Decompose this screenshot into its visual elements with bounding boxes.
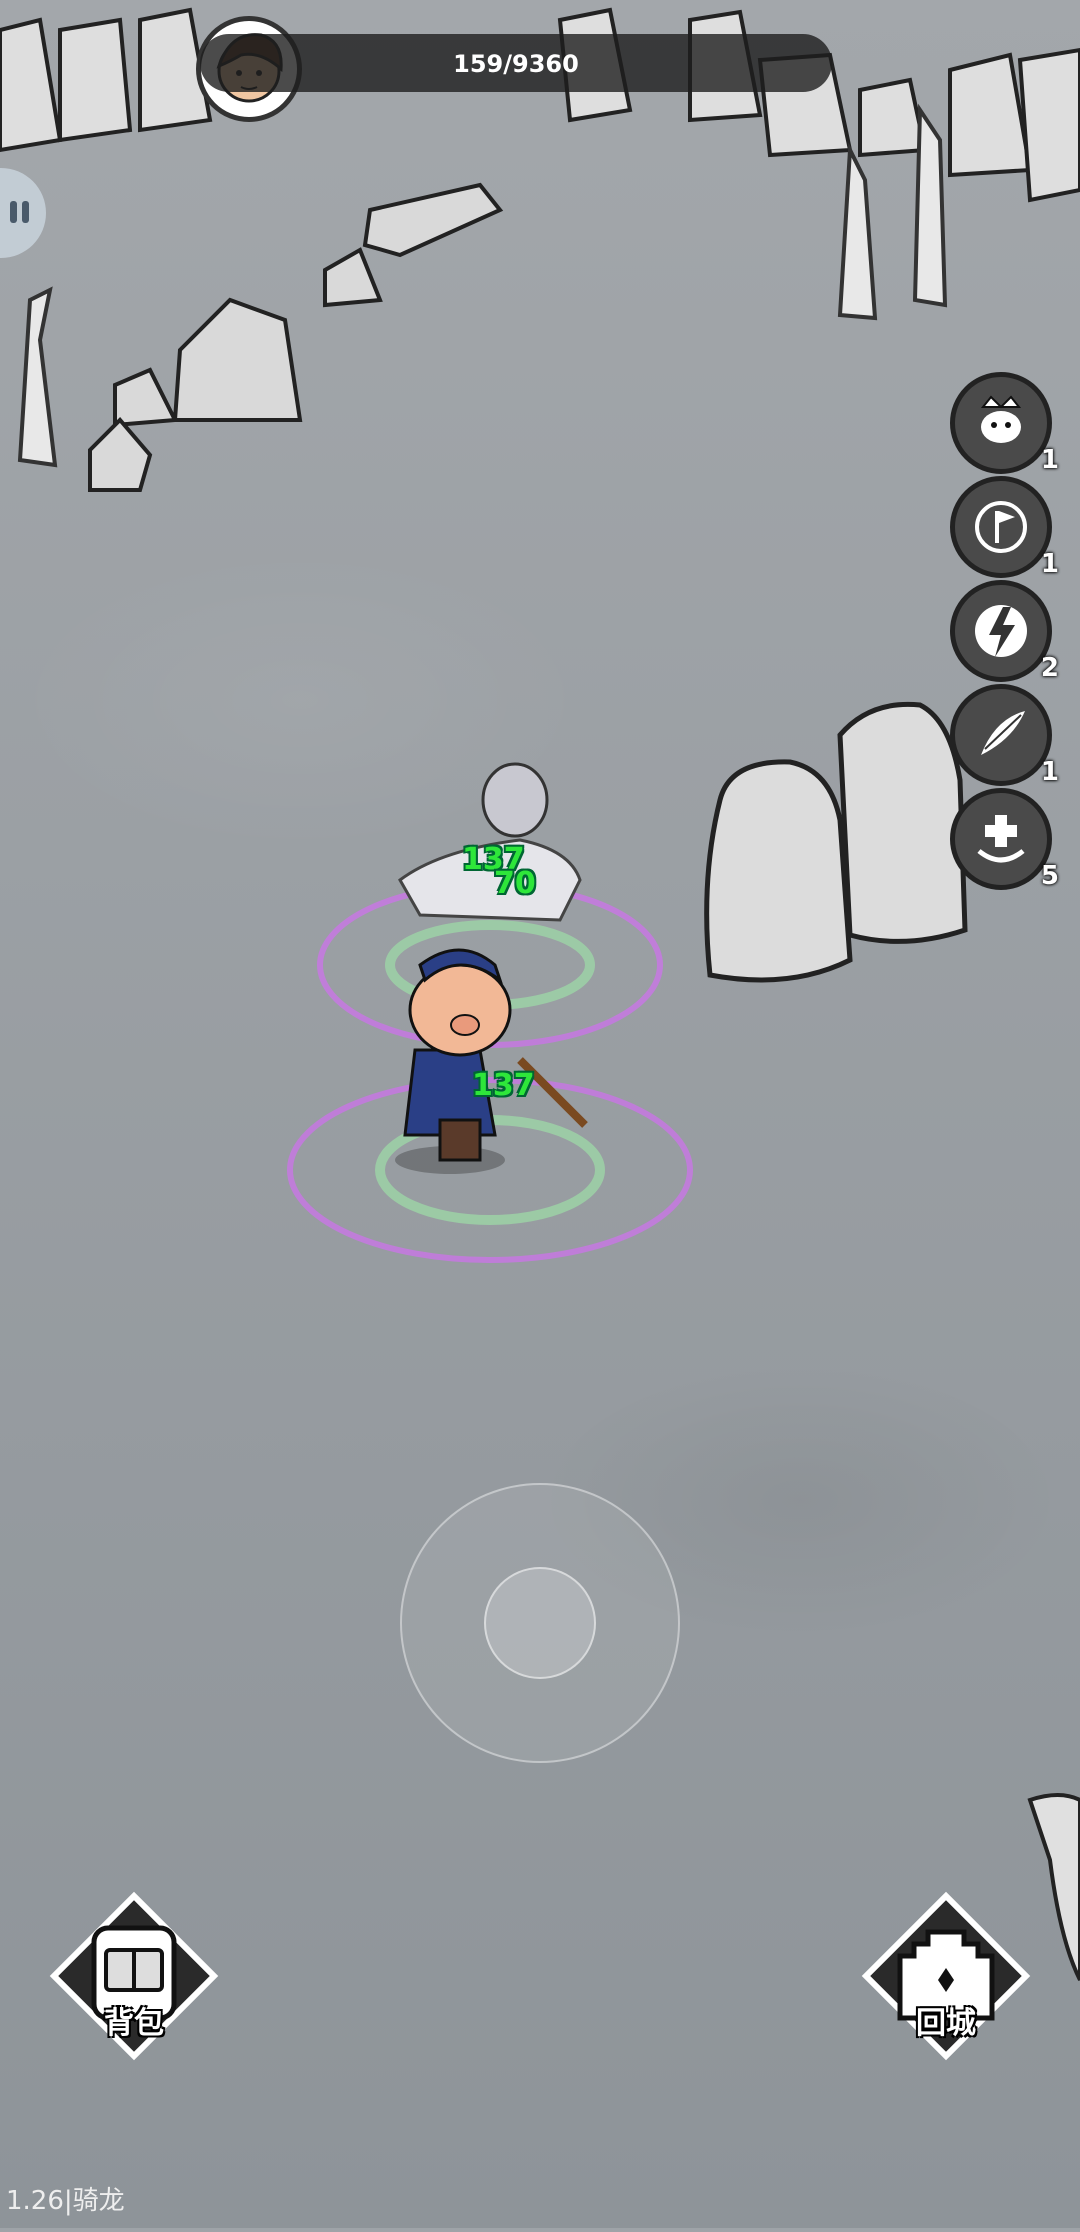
flag-target-icon <box>975 501 1027 553</box>
skill-slot-4[interactable]: 1 <box>950 684 1059 787</box>
skill-count: 2 <box>1040 653 1059 683</box>
crown-cat-icon <box>980 395 1022 443</box>
skill-count: 1 <box>1040 549 1059 579</box>
skill-count: 5 <box>1040 861 1059 891</box>
lightning-icon <box>975 605 1027 657</box>
backpack-button[interactable]: 背包 <box>46 1888 222 2064</box>
skill-count: 1 <box>1040 757 1059 787</box>
joystick-knob[interactable] <box>484 1567 596 1679</box>
pause-icon <box>10 201 29 223</box>
skill-slot-3[interactable]: 2 <box>950 580 1059 683</box>
feather-blade-icon <box>981 711 1025 755</box>
version-text: 1.26|骑龙 <box>6 2186 125 2216</box>
hp-text: 159/9360 <box>453 50 579 78</box>
dead-tree-right <box>1027 1793 1080 1981</box>
return-city-label: 回城 <box>916 2006 976 2041</box>
snow-rocks-left <box>88 182 504 492</box>
skill-slot-1[interactable]: 1 <box>950 372 1059 475</box>
damage-number: 137 <box>472 1068 535 1103</box>
return-city-button[interactable]: 回城 <box>858 1888 1034 2064</box>
skill-slot-5[interactable]: 5 <box>950 788 1059 891</box>
pig-hero <box>395 948 588 1174</box>
damage-number: 70 <box>494 866 536 901</box>
pause-button[interactable] <box>0 168 46 258</box>
skill-count: 1 <box>1040 445 1059 475</box>
hp-bar: 159/9360 <box>200 34 832 92</box>
snow-rocks-right <box>704 701 968 983</box>
healing-plus-icon <box>977 815 1025 863</box>
skill-slot-2[interactable]: 1 <box>950 476 1059 579</box>
backpack-label: 背包 <box>104 2006 164 2041</box>
